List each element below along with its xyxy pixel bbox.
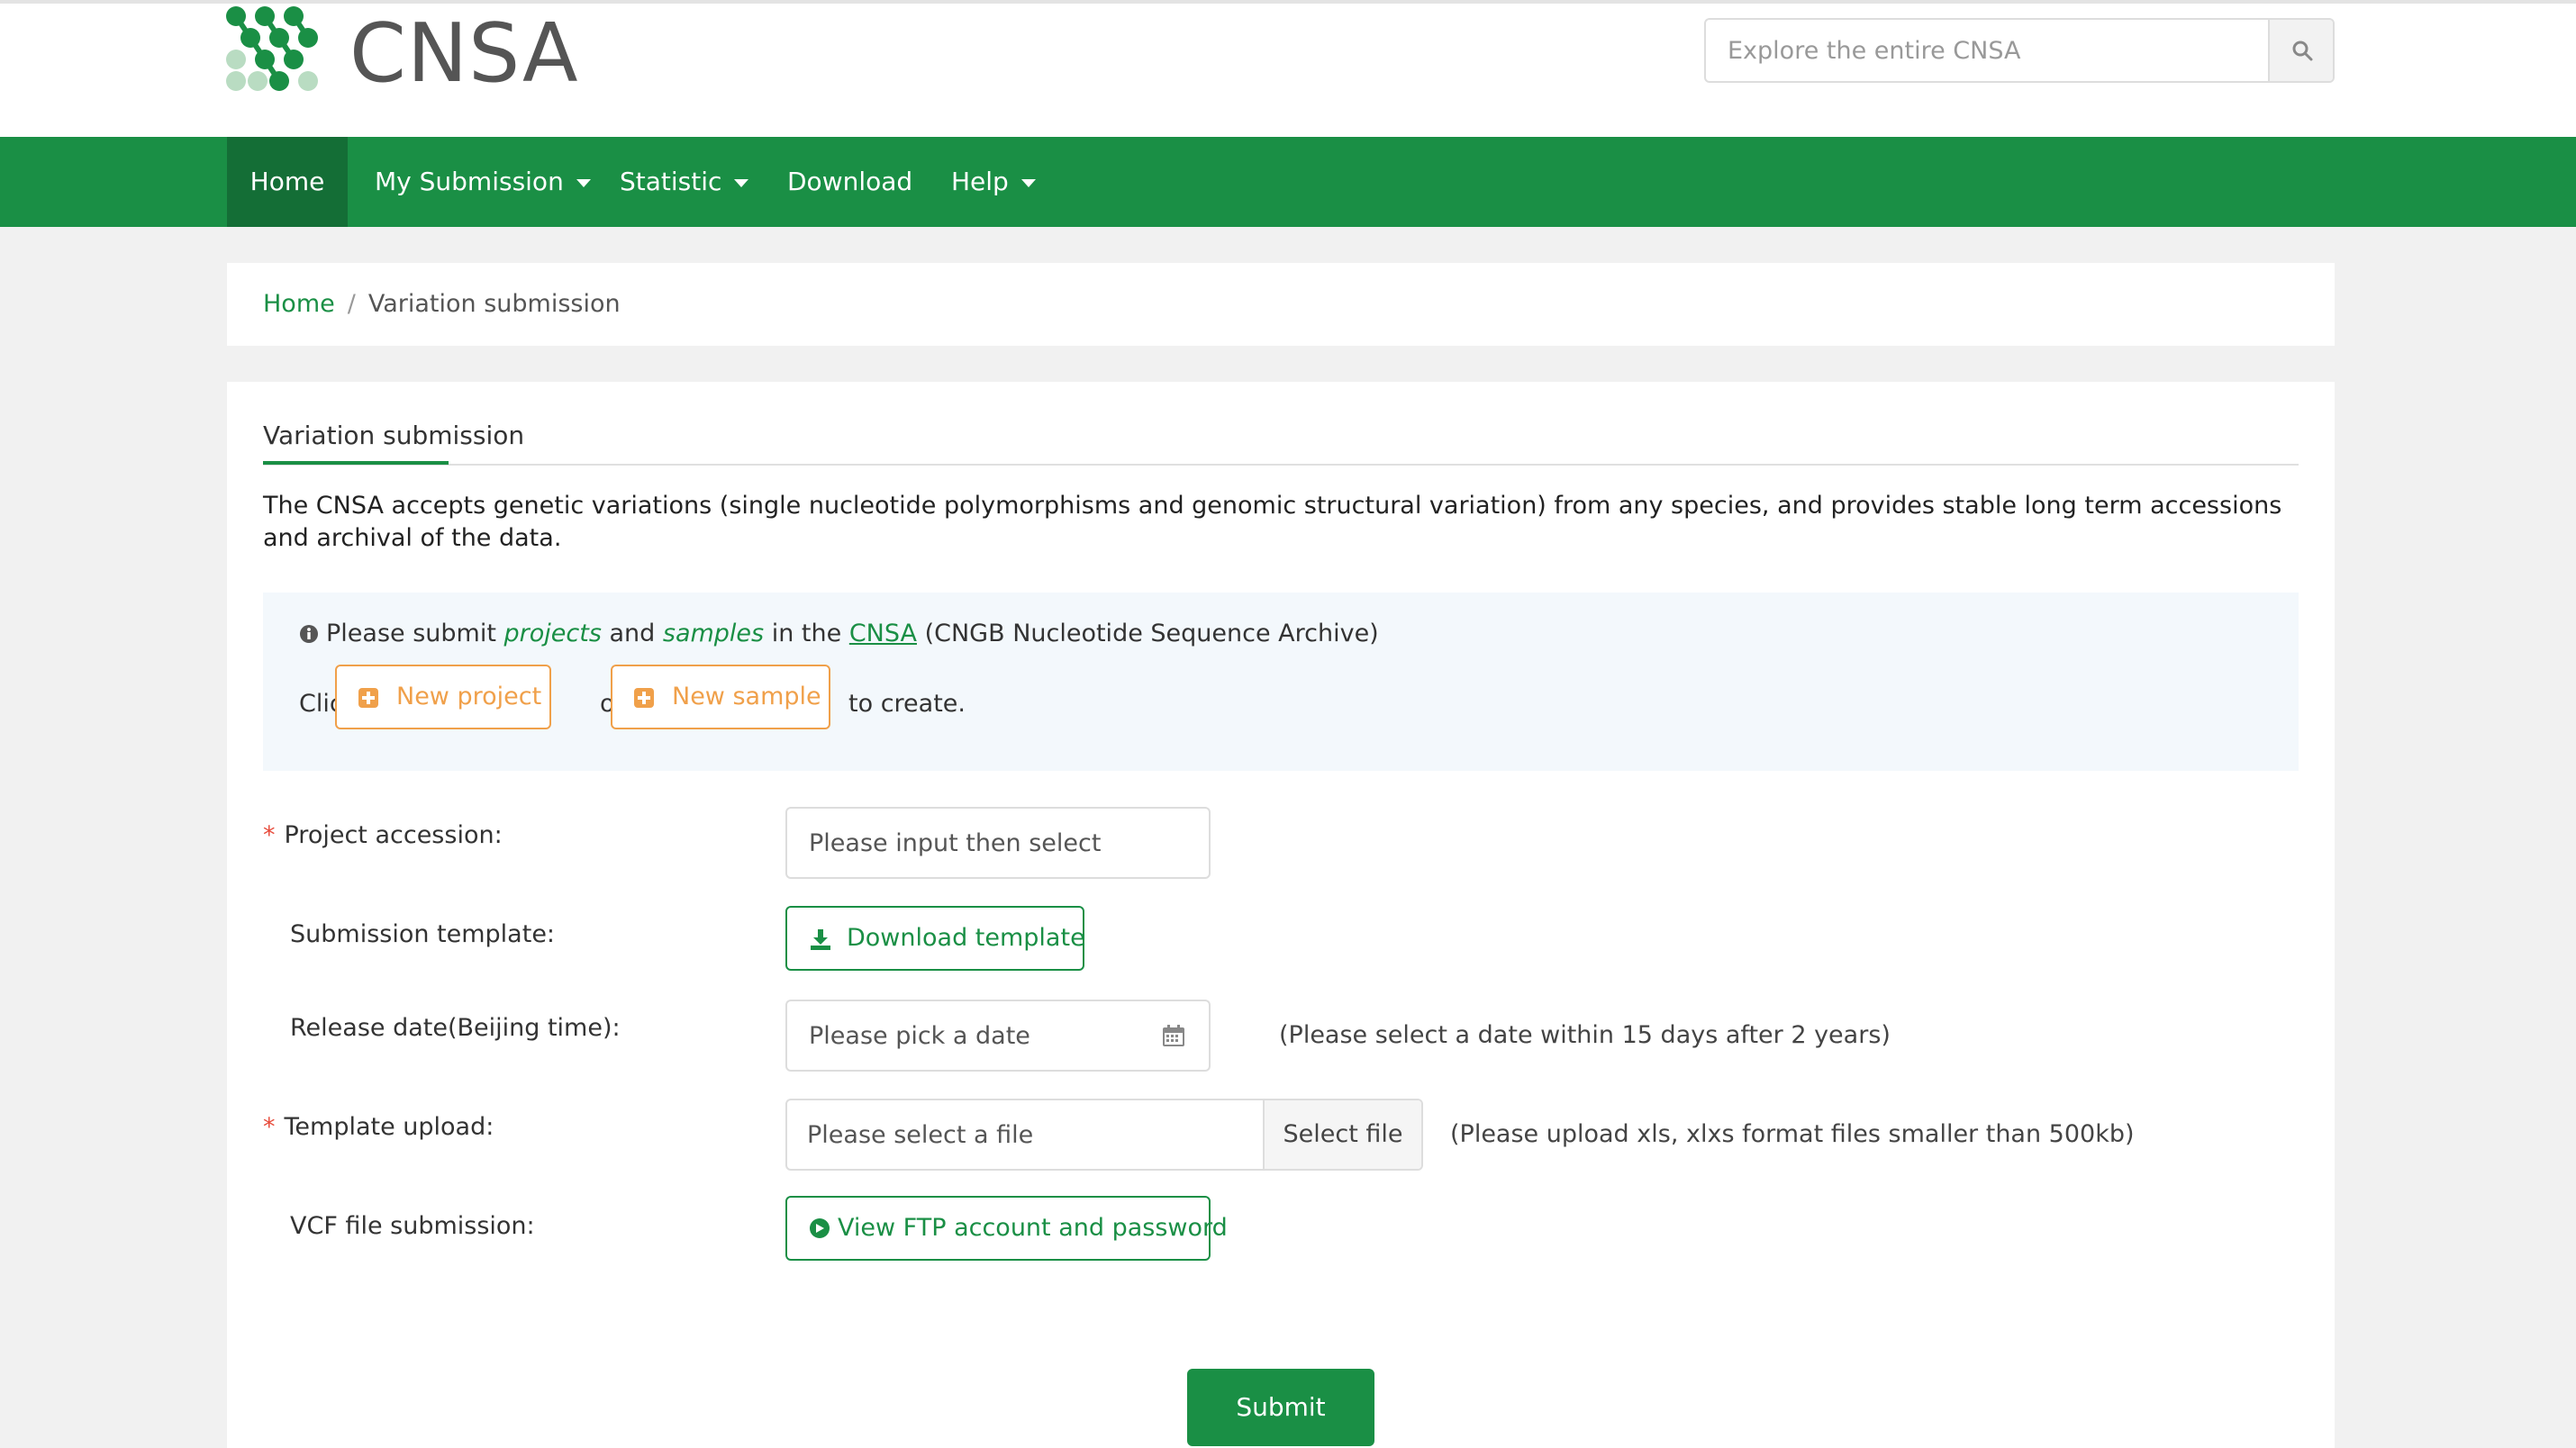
nav-home[interactable]: Home [227, 137, 348, 227]
submit-button[interactable]: Submit [1187, 1369, 1374, 1446]
logo-text: CNSA [349, 6, 579, 101]
breadcrumb-current: Variation submission [367, 290, 621, 318]
view-ftp-account-label: View FTP account and password [838, 1214, 1228, 1242]
nav-statistic[interactable]: Statistic [620, 137, 749, 227]
main-navbar: Home My Submission Statistic Download He… [0, 137, 2576, 227]
nav-home-label: Home [249, 167, 325, 196]
tab-divider [263, 464, 2299, 466]
download-template-label: Download template [847, 924, 1085, 952]
template-upload-label: * Template upload: [263, 1109, 494, 1145]
template-upload-label-text: Template upload: [284, 1113, 494, 1141]
caret-down-icon [1020, 178, 1036, 187]
cnsa-logo[interactable]: CNSA [225, 5, 578, 99]
calendar-icon[interactable] [1162, 1024, 1185, 1047]
release-date-field [785, 1000, 1211, 1072]
project-accession-label: * Project accession: [263, 818, 503, 854]
submission-template-label: Submission template: [290, 920, 556, 948]
download-template-button[interactable]: Download template [785, 906, 1085, 971]
caret-down-icon [576, 178, 591, 187]
template-upload-field: Select file [785, 1099, 1423, 1171]
template-upload-hint: (Please upload xls, xlxs format files sm… [1450, 1120, 2135, 1148]
notice-in-the: in the [771, 620, 842, 647]
required-marker: * [263, 1113, 276, 1141]
cnsa-logo-icon [226, 6, 318, 91]
breadcrumb-card: Home / Variation submission [227, 263, 2335, 346]
release-date-label: Release date(Beijing time): [290, 1014, 621, 1042]
notice-samples: samples [662, 620, 765, 647]
plus-square-icon [634, 688, 654, 708]
breadcrumb-separator: / [347, 290, 356, 318]
project-accession-field [785, 807, 1211, 879]
nav-help-label: Help [951, 167, 1009, 196]
nav-statistic-label: Statistic [620, 167, 722, 196]
site-header: CNSA [0, 4, 2576, 137]
search-button[interactable] [2268, 20, 2333, 81]
breadcrumb-home-link[interactable]: Home [263, 290, 335, 318]
notice-and: and [609, 620, 656, 647]
download-icon [811, 929, 830, 950]
new-sample-label: New sample [672, 683, 821, 710]
new-sample-button[interactable]: New sample [611, 665, 830, 729]
select-file-button[interactable]: Select file [1263, 1100, 1421, 1169]
cnsa-link[interactable]: CNSA [849, 620, 917, 647]
site-search [1704, 18, 2335, 83]
search-input[interactable] [1706, 20, 2268, 81]
notice-prefix: Please submit [326, 620, 496, 647]
to-create-text: to create. [848, 690, 966, 718]
search-icon [2292, 41, 2313, 61]
notice-suffix: (CNGB Nucleotide Sequence Archive) [924, 620, 1379, 647]
vcf-submission-label: VCF file submission: [290, 1212, 535, 1240]
nav-download-label: Download [787, 167, 913, 196]
template-upload-input[interactable] [787, 1100, 1263, 1169]
project-accession-input[interactable] [787, 809, 1209, 877]
breadcrumb: Home / Variation submission [263, 263, 621, 346]
project-accession-label-text: Project accession: [284, 821, 503, 849]
intro-text: The CNSA accepts genetic variations (sin… [263, 492, 2282, 552]
caret-down-icon [734, 178, 749, 187]
tab-active-indicator [263, 461, 449, 465]
nav-my-submission[interactable]: My Submission [375, 137, 591, 227]
info-circle-icon [300, 625, 318, 643]
plus-square-icon [358, 688, 378, 708]
view-ftp-account-button[interactable]: View FTP account and password [785, 1196, 1228, 1261]
arrow-circle-right-icon [810, 1218, 830, 1238]
required-marker: * [263, 821, 276, 849]
notice-projects: projects [503, 620, 602, 647]
new-project-label: New project [396, 683, 542, 710]
nav-help[interactable]: Help [951, 137, 1036, 227]
nav-download[interactable]: Download [787, 137, 912, 227]
notice-box: Please submit projects and samples in th… [263, 593, 2299, 771]
release-date-input[interactable] [787, 1001, 1209, 1070]
notice-text: Please submit projects and samples in th… [299, 616, 1379, 652]
tab-variation-submission[interactable]: Variation submission [263, 414, 524, 457]
main-card: Variation submission The CNSA accepts ge… [227, 382, 2335, 1448]
nav-my-submission-label: My Submission [375, 167, 564, 196]
new-project-button[interactable]: New project [335, 665, 551, 729]
release-date-hint: (Please select a date within 15 days aft… [1279, 1021, 1891, 1049]
